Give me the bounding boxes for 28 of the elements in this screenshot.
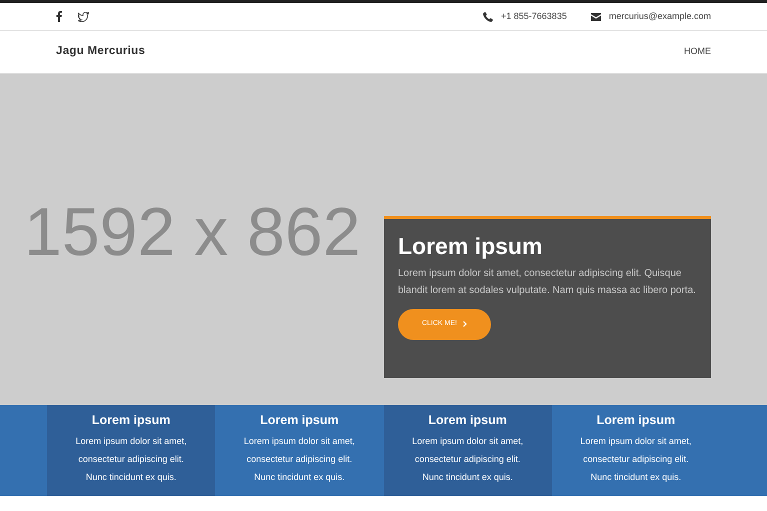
feature-text: Nunc tincidunt ex quis. [253, 471, 346, 484]
feature-title: Lorem ipsum [427, 413, 508, 428]
feature-text: consectetur adipiscing elit. [582, 453, 690, 466]
feature-title: Lorem ipsum [90, 413, 172, 428]
feature-text: Nunc tincidunt ex quis. [590, 471, 682, 484]
feature-text: Nunc tincidunt ex quis. [421, 471, 514, 484]
placeholder-label: 1592 x 862 [24, 198, 361, 266]
feature-text: Lorem ipsum dolor sit amet, [579, 435, 692, 448]
feature-text: Lorem ipsum dolor sit amet, [242, 435, 356, 448]
feature-title: Lorem ipsum [259, 413, 340, 428]
feature-text: Lorem ipsum dolor sit amet, [411, 435, 524, 448]
feature-text: consectetur adipiscing elit. [246, 453, 354, 466]
facebook-icon[interactable] [56, 11, 62, 22]
chevron-icon [463, 321, 467, 328]
email-address: mercurius@example.com [608, 10, 711, 23]
hero-title: Lorem ipsum [398, 233, 544, 261]
nav-link[interactable]: HOME [684, 45, 711, 59]
hero-text: Lorem ipsum dolor sit amet, consectetur adipiscing elit. Quisque blandit lorem at sodales vulputate. Nam quis massa ac libero porta. [398, 266, 697, 298]
envelope-icon [590, 12, 601, 20]
phone-icon [483, 12, 494, 22]
feature-text: consectetur adipiscing elit. [414, 453, 522, 466]
feature-text: Lorem ipsum dolor sit amet, [74, 435, 188, 448]
feature-text: Nunc tincidunt ex quis. [84, 471, 178, 484]
phone-number: +1 855-7663835 [501, 10, 567, 23]
site-title[interactable]: Jagu Mercurius [56, 43, 146, 61]
feature-text: consectetur adipiscing elit. [77, 453, 185, 466]
bird-icon[interactable] [78, 12, 89, 22]
feature-title: Lorem ipsum [596, 413, 676, 428]
